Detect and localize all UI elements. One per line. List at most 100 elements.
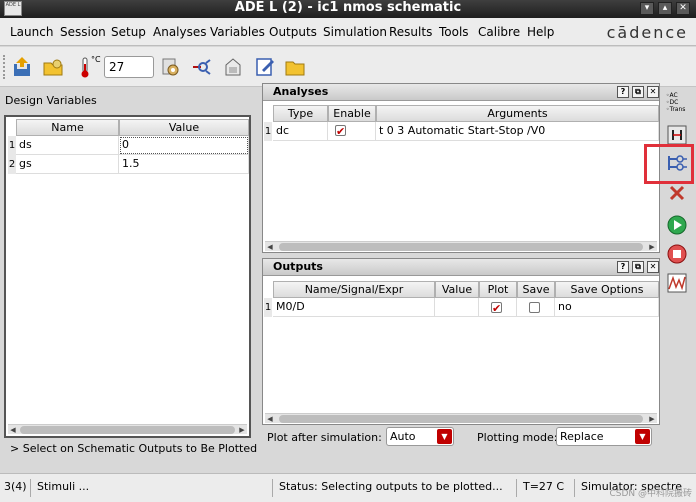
scroll-thumb[interactable] xyxy=(20,426,235,434)
analyses-header-enable[interactable]: Enable xyxy=(328,105,376,122)
outputs-title: Outputs xyxy=(263,259,659,276)
maximize-icon[interactable]: ▴ xyxy=(658,2,672,15)
output-value-cell[interactable] xyxy=(435,298,479,317)
row-number: 1 xyxy=(8,136,16,155)
run-icon[interactable] xyxy=(666,214,688,236)
load-state-icon[interactable] xyxy=(42,56,64,78)
dv-header-value[interactable]: Value xyxy=(119,119,249,136)
variables-icon[interactable] xyxy=(666,124,688,146)
menu-simulation[interactable]: Simulation xyxy=(323,25,387,39)
dv-horizontal-scrollbar[interactable]: ◀ ▶ xyxy=(8,424,247,434)
outputs-horizontal-scrollbar[interactable]: ◀ ▶ xyxy=(265,413,657,423)
scroll-left-icon[interactable]: ◀ xyxy=(265,242,275,252)
help-icon[interactable]: ? xyxy=(617,261,629,273)
schematic-select-hint: > Select on Schematic Outputs to Be Plot… xyxy=(10,442,258,455)
scroll-left-icon[interactable]: ◀ xyxy=(265,414,275,424)
netlist-icon[interactable] xyxy=(222,56,244,78)
save-state-icon[interactable] xyxy=(12,56,34,78)
status-bar: 3(4) Stimuli ... Status: Selecting outpu… xyxy=(0,473,696,502)
dv-header-name[interactable]: Name xyxy=(16,119,119,136)
analyses-horizontal-scrollbar[interactable]: ◀ ▶ xyxy=(265,241,657,251)
plot-outputs-icon[interactable] xyxy=(666,272,688,294)
close-icon[interactable]: ✕ xyxy=(676,2,690,15)
undock-icon[interactable]: ⧉ xyxy=(632,261,644,273)
scroll-thumb[interactable] xyxy=(279,415,643,423)
status-line-count: 3(4) xyxy=(4,480,27,493)
chevron-down-icon[interactable]: ▼ xyxy=(437,429,452,444)
analyses-panel: Analyses ? ⧉ ✕ Type Enable Arguments 1 d… xyxy=(262,83,660,253)
menu-help[interactable]: Help xyxy=(527,25,554,39)
outputs-panel: Outputs ? ⧉ ✕ Name/Signal/Expr Value Plo… xyxy=(262,258,660,425)
outputs-header-save[interactable]: Save xyxy=(517,281,555,298)
cadence-logo: cādence xyxy=(606,23,688,42)
toolbar-grip[interactable] xyxy=(3,55,7,79)
edit-variables-icon[interactable] xyxy=(254,56,276,78)
scroll-right-icon[interactable]: ▶ xyxy=(647,242,657,252)
analysis-arguments-cell[interactable]: t 0 3 Automatic Start-Stop /V0 xyxy=(376,122,659,141)
design-variables-panel: Name Value 1 ds 0 2 gs 1.5 ◀ ▶ xyxy=(4,115,251,438)
output-save-options-cell[interactable]: no xyxy=(555,298,659,317)
scroll-right-icon[interactable]: ▶ xyxy=(647,414,657,424)
analysis-type-cell[interactable]: dc xyxy=(273,122,328,141)
plot-after-value: Auto xyxy=(390,430,416,443)
outputs-header-save-options[interactable]: Save Options xyxy=(555,281,659,298)
help-icon[interactable]: ? xyxy=(617,86,629,98)
plot-after-select[interactable]: Auto ▼ xyxy=(386,427,454,446)
menu-results[interactable]: Results xyxy=(389,25,432,39)
menu-session[interactable]: Session xyxy=(60,25,106,39)
close-panel-icon[interactable]: ✕ xyxy=(647,261,659,273)
menu-bar: Launch Session Setup Analyses Variables … xyxy=(0,18,696,46)
outputs-header-value[interactable]: Value xyxy=(435,281,479,298)
plotting-mode-value: Replace xyxy=(560,430,604,443)
close-panel-icon[interactable]: ✕ xyxy=(647,86,659,98)
stop-icon[interactable] xyxy=(666,243,688,265)
output-save-checkbox[interactable] xyxy=(529,302,540,313)
window-title: ADE L (2) - ic1 nmos schematic xyxy=(234,0,462,15)
scroll-left-icon[interactable]: ◀ xyxy=(8,425,18,435)
title-bar: ADE L ADE L (2) - ic1 nmos schematic ▾ ▴… xyxy=(0,0,696,18)
menu-launch[interactable]: Launch xyxy=(10,25,53,39)
menu-setup[interactable]: Setup xyxy=(111,25,146,39)
output-plot-checkbox[interactable] xyxy=(491,300,502,316)
menu-variables[interactable]: Variables xyxy=(210,25,265,39)
outputs-header-plot[interactable]: Plot xyxy=(479,281,517,298)
output-save-cell[interactable] xyxy=(517,298,555,317)
scroll-thumb[interactable] xyxy=(279,243,643,251)
variable-name-cell[interactable]: gs xyxy=(16,155,119,174)
setup-model-icon[interactable] xyxy=(190,56,212,78)
choose-analysis-icon[interactable]: ◦AC ◦DC ◦Trans xyxy=(666,92,690,113)
design-variables-label: Design Variables xyxy=(5,94,97,107)
choose-simulator-icon[interactable] xyxy=(160,56,182,78)
scroll-right-icon[interactable]: ▶ xyxy=(237,425,247,435)
row-number: 2 xyxy=(8,155,16,174)
menu-tools[interactable]: Tools xyxy=(439,25,469,39)
status-mode: Stimuli ... xyxy=(30,479,270,497)
output-plot-cell[interactable] xyxy=(479,298,517,317)
analyses-header-arguments[interactable]: Arguments xyxy=(376,105,659,122)
analyses-header-type[interactable]: Type xyxy=(273,105,328,122)
delete-icon[interactable] xyxy=(666,182,688,204)
variable-name-cell[interactable]: ds xyxy=(16,136,119,155)
outputs-header-name[interactable]: Name/Signal/Expr xyxy=(273,281,435,298)
plotting-mode-select[interactable]: Replace ▼ xyxy=(556,427,652,446)
watermark: CSDN @中科院搬砖 xyxy=(609,489,692,499)
output-name-cell[interactable]: M0/D xyxy=(273,298,435,317)
minimize-icon[interactable]: ▾ xyxy=(640,2,654,15)
status-temperature: T=27 C xyxy=(516,479,572,497)
variable-value-cell[interactable]: 1.5 xyxy=(119,155,249,174)
menu-calibre[interactable]: Calibre xyxy=(478,25,520,39)
variable-value-cell[interactable]: 0 xyxy=(119,136,249,155)
toolbar: °C 27 xyxy=(0,47,696,87)
temperature-input[interactable]: 27 xyxy=(104,56,154,78)
menu-outputs[interactable]: Outputs xyxy=(269,25,317,39)
plotting-mode-label: Plotting mode: xyxy=(477,431,558,444)
analysis-enable-checkbox[interactable] xyxy=(335,123,346,140)
open-folder-icon[interactable] xyxy=(284,56,306,78)
row-number: 1 xyxy=(264,298,272,317)
undock-icon[interactable]: ⧉ xyxy=(632,86,644,98)
row-number: 1 xyxy=(264,122,272,141)
analysis-enable-cell[interactable] xyxy=(328,122,376,141)
plot-after-label: Plot after simulation: xyxy=(267,431,382,444)
menu-analyses[interactable]: Analyses xyxy=(153,25,207,39)
chevron-down-icon[interactable]: ▼ xyxy=(635,429,650,444)
